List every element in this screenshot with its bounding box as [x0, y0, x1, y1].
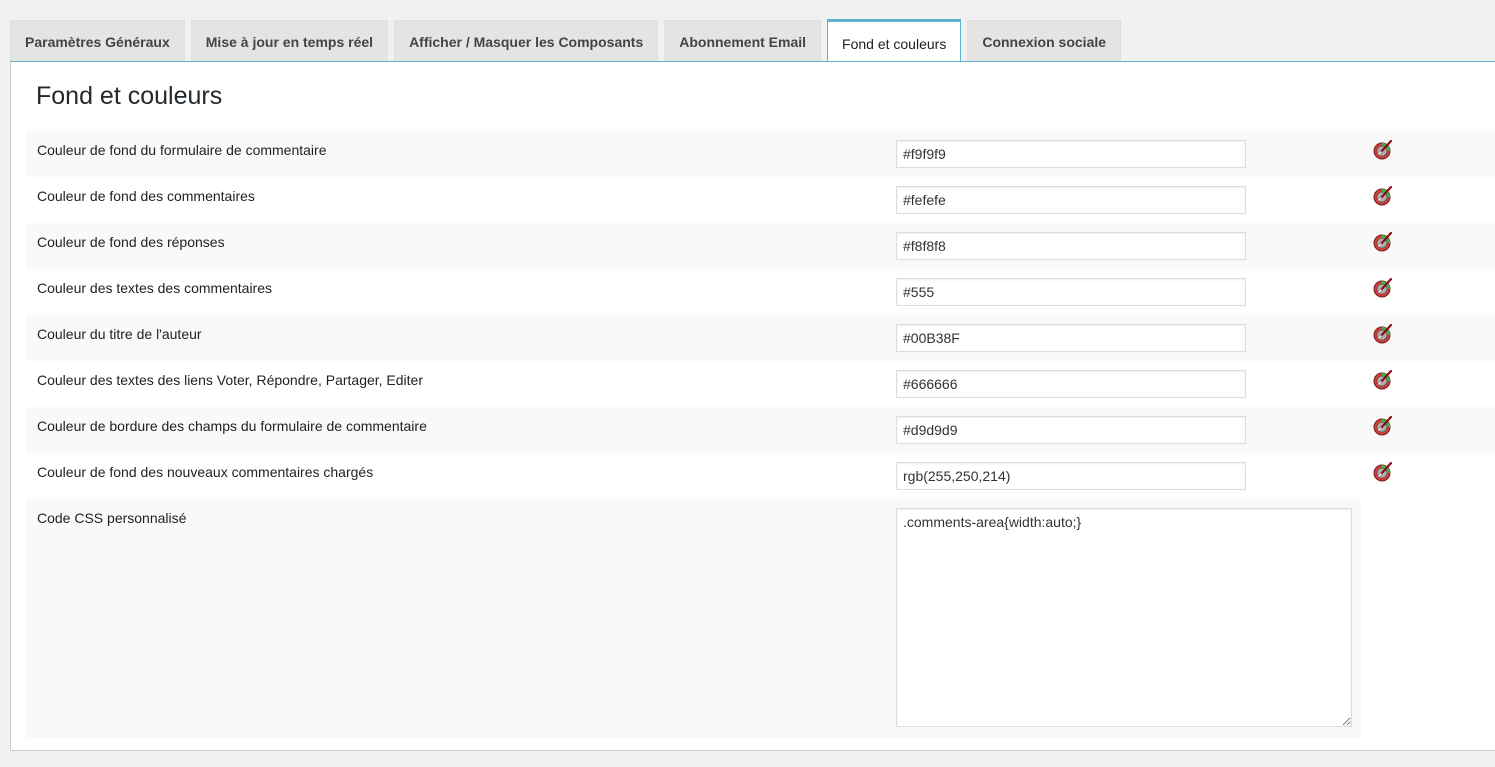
setting-label: Couleur de fond des commentaires — [37, 188, 255, 204]
section-title: Fond et couleurs — [36, 82, 223, 110]
custom-css-textarea[interactable]: .comments-area{width:auto;} — [896, 508, 1352, 727]
color-picker-icon[interactable] — [1372, 231, 1394, 253]
tab-show-hide-components[interactable]: Afficher / Masquer les Composants — [394, 20, 659, 62]
color-picker-icon[interactable] — [1372, 139, 1394, 161]
setting-label: Couleur des textes des liens Voter, Répo… — [37, 372, 424, 388]
tab-background-colors[interactable]: Fond et couleurs — [827, 19, 962, 63]
color-value-input[interactable] — [896, 416, 1246, 444]
color-value-input[interactable] — [896, 324, 1246, 352]
tab-social-login[interactable]: Connexion sociale — [967, 20, 1122, 62]
setting-label: Couleur de bordure des champs du formula… — [37, 418, 427, 434]
tab-bar: Paramètres Généraux Mise à jour en temps… — [10, 18, 1127, 63]
color-value-input[interactable] — [896, 370, 1246, 398]
color-value-input[interactable] — [896, 232, 1246, 260]
setting-row-replies-background: Couleur de fond des réponses — [26, 223, 1495, 269]
setting-row-comments-background: Couleur de fond des commentaires — [26, 177, 1495, 223]
setting-label: Couleur de fond des nouveaux commentaire… — [37, 464, 374, 480]
tab-email-subscription[interactable]: Abonnement Email — [664, 20, 822, 62]
settings-panel: Fond et couleurs Couleur de fond du form… — [10, 61, 1495, 751]
color-settings-table: Couleur de fond du formulaire de comment… — [26, 131, 1495, 738]
setting-row-field-border-color: Couleur de bordure des champs du formula… — [26, 407, 1495, 453]
color-picker-icon[interactable] — [1372, 323, 1394, 345]
color-picker-icon[interactable] — [1372, 277, 1394, 299]
setting-label: Couleur de fond du formulaire de comment… — [37, 142, 327, 158]
setting-row-new-comments-background: Couleur de fond des nouveaux commentaire… — [26, 453, 1495, 499]
color-picker-icon[interactable] — [1372, 185, 1394, 207]
color-picker-icon[interactable] — [1372, 461, 1394, 483]
color-value-input[interactable] — [896, 186, 1246, 214]
setting-label: Couleur du titre de l'auteur — [37, 326, 202, 342]
setting-row-author-title-color: Couleur du titre de l'auteur — [26, 315, 1495, 361]
setting-label: Couleur des textes des commentaires — [37, 280, 272, 296]
tab-general-settings[interactable]: Paramètres Généraux — [10, 20, 185, 62]
color-value-input[interactable] — [896, 462, 1246, 490]
tab-realtime-update[interactable]: Mise à jour en temps réel — [190, 20, 389, 62]
setting-row-custom-css: Code CSS personnalisé .comments-area{wid… — [26, 499, 1361, 738]
setting-label: Couleur de fond des réponses — [37, 234, 225, 250]
color-picker-icon[interactable] — [1372, 415, 1394, 437]
setting-row-comment-text-color: Couleur des textes des commentaires — [26, 269, 1495, 315]
color-picker-icon[interactable] — [1372, 369, 1394, 391]
setting-row-link-text-color: Couleur des textes des liens Voter, Répo… — [26, 361, 1495, 407]
color-value-input[interactable] — [896, 140, 1246, 168]
setting-row-form-background: Couleur de fond du formulaire de comment… — [26, 131, 1495, 177]
setting-label: Code CSS personnalisé — [37, 510, 187, 526]
color-value-input[interactable] — [896, 278, 1246, 306]
